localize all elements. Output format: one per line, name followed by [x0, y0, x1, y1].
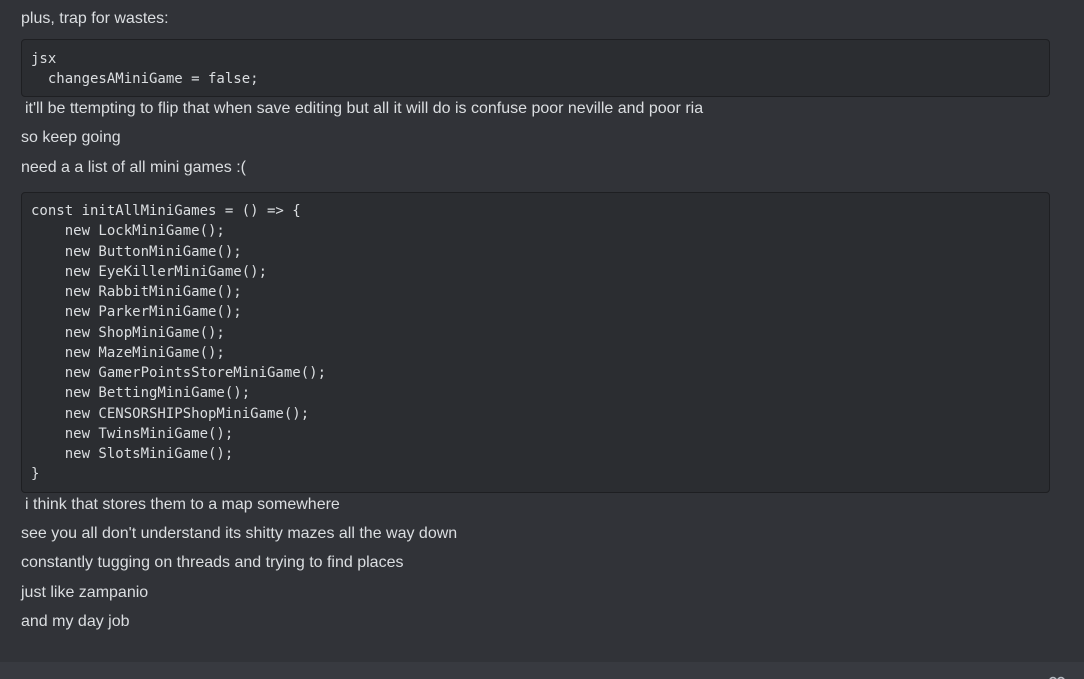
message-text: just like zampanio	[21, 584, 149, 601]
code-line: new ParkerMiniGame();	[31, 304, 242, 321]
code-line: new BettingMiniGame();	[31, 385, 251, 402]
code-line: new ButtonMiniGame();	[31, 243, 242, 260]
code-line: }	[31, 466, 40, 483]
code-line: const initAllMiniGames = () => {	[31, 203, 301, 219]
code-line: changesAMiniGame = false;	[31, 71, 259, 88]
code-line: new TwinsMiniGame();	[31, 425, 234, 442]
code-line: jsx	[31, 51, 57, 67]
message-text: plus, trap for wastes:	[21, 10, 169, 27]
message-text: need a a list of all mini games :(	[21, 159, 246, 176]
code-line: new CENSORSHIPShopMiniGame();	[31, 405, 310, 422]
message-text: it'll be ttempting to flip that when sav…	[25, 100, 704, 117]
code-line: new LockMiniGame();	[31, 223, 225, 240]
code-line: new SlotsMiniGame();	[31, 446, 234, 462]
code-line: new EyeKillerMiniGame();	[31, 263, 268, 280]
code-block: jsx changesAMiniGame = false;	[21, 39, 1050, 97]
chat-messages: plus, trap for wastes: jsx changesAMiniG…	[0, 0, 1084, 662]
message-input-bar[interactable]	[0, 662, 1084, 679]
message-text: i think that stores them to a map somewh…	[25, 496, 340, 513]
code-block: const initAllMiniGames = () => { new Loc…	[21, 192, 1050, 493]
emoji-icon[interactable]	[1048, 673, 1066, 679]
message-text: and my day job	[21, 613, 130, 630]
code-line: new MazeMiniGame();	[31, 344, 225, 361]
code-line: new RabbitMiniGame();	[31, 284, 242, 300]
message-text: constantly tugging on threads and trying…	[21, 554, 404, 571]
code-line: new ShopMiniGame();	[31, 324, 225, 341]
code-line: new GamerPointsStoreMiniGame();	[31, 365, 327, 381]
message-text: so keep going	[21, 129, 121, 146]
message-text: see you all don't understand its shitty …	[21, 525, 458, 542]
